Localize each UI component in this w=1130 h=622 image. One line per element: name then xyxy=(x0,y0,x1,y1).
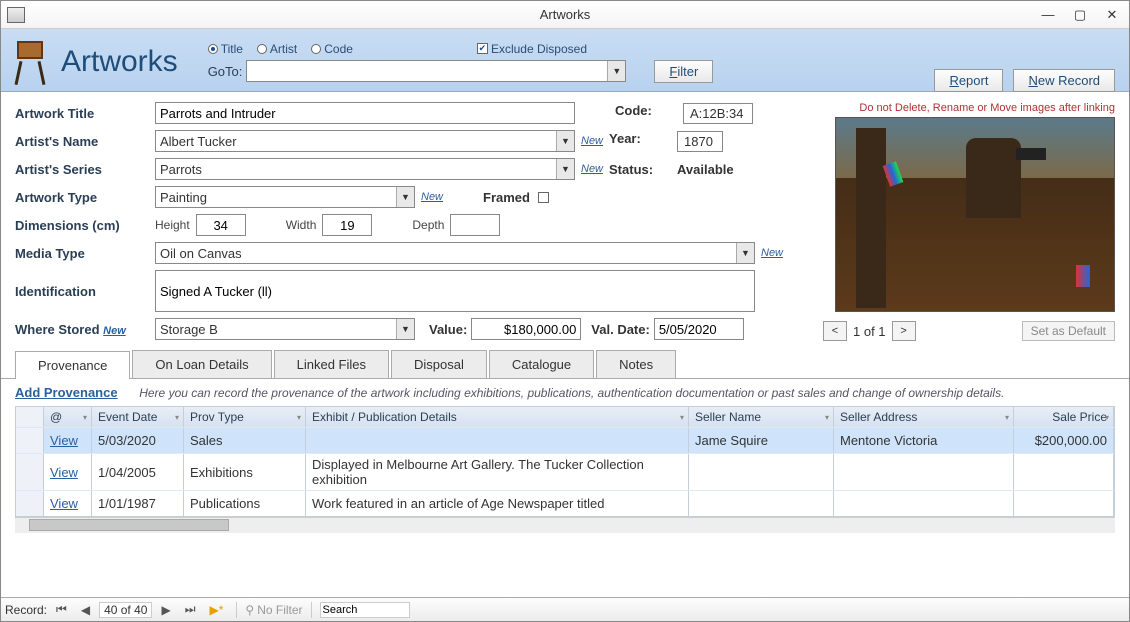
goto-select[interactable]: ▼ xyxy=(246,60,626,82)
nav-new-button[interactable]: ▶* xyxy=(205,602,229,618)
new-media-link[interactable]: New xyxy=(761,247,783,259)
provenance-hint: Here you can record the provenance of th… xyxy=(139,386,1004,400)
identification-input[interactable] xyxy=(155,270,755,312)
depth-label: Depth xyxy=(412,218,444,232)
code-value: A:12B:34 xyxy=(683,103,753,124)
image-pager-text: 1 of 1 xyxy=(853,324,886,339)
artwork-type-label: Artwork Type xyxy=(15,190,155,205)
width-input[interactable] xyxy=(322,214,372,236)
set-default-button[interactable]: Set as Default xyxy=(1022,321,1115,341)
artist-name-label: Artist's Name xyxy=(15,134,155,149)
new-type-link[interactable]: New xyxy=(421,191,443,203)
tab-notes[interactable]: Notes xyxy=(596,350,676,378)
height-input[interactable] xyxy=(196,214,246,236)
media-type-select[interactable]: Oil on Canvas▼ xyxy=(155,242,755,264)
new-storage-link[interactable]: New xyxy=(103,325,126,337)
height-label: Height xyxy=(155,218,190,232)
view-link[interactable]: View xyxy=(50,433,78,448)
provenance-grid: @▾ Event Date▾ Prov Type▾ Exhibit / Publ… xyxy=(15,406,1115,517)
maximize-button[interactable]: ▢ xyxy=(1065,4,1095,26)
horizontal-scrollbar[interactable] xyxy=(15,517,1115,533)
tab-on-loan[interactable]: On Loan Details xyxy=(132,350,271,378)
report-button[interactable]: Report xyxy=(934,69,1003,92)
close-button[interactable]: ✕ xyxy=(1097,4,1127,26)
depth-input[interactable] xyxy=(450,214,500,236)
val-date-label: Val. Date: xyxy=(591,322,650,337)
title-bar: Artworks — ▢ ✕ xyxy=(1,1,1129,29)
artwork-type-select[interactable]: Painting▼ xyxy=(155,186,415,208)
artist-series-label: Artist's Series xyxy=(15,162,155,177)
goto-artist-radio[interactable]: Artist xyxy=(257,42,297,56)
status-value: Available xyxy=(677,162,734,177)
search-input[interactable] xyxy=(320,602,410,618)
nav-prev-button[interactable]: ◀ xyxy=(76,602,95,618)
goto-title-radio[interactable]: Title xyxy=(208,42,243,56)
image-warning: Do not Delete, Rename or Move images aft… xyxy=(815,102,1115,114)
artworks-icon xyxy=(11,37,51,87)
table-row[interactable]: View 5/03/2020 Sales Jame Squire Mentone… xyxy=(16,427,1114,453)
record-label: Record: xyxy=(5,603,47,617)
filter-button[interactable]: Filter xyxy=(654,60,713,83)
record-position: 40 of 40 xyxy=(99,602,152,618)
year-label: Year: xyxy=(609,131,669,152)
nav-last-button[interactable]: ⏭ xyxy=(180,601,201,618)
exclude-disposed-checkbox[interactable]: ✔Exclude Disposed xyxy=(477,42,587,56)
new-series-link[interactable]: New xyxy=(581,163,603,175)
new-artist-link[interactable]: New xyxy=(581,135,603,147)
header-bar: Artworks Title Artist Code ✔Exclude Disp… xyxy=(1,29,1129,92)
minimize-button[interactable]: — xyxy=(1033,4,1063,26)
image-next-button[interactable]: > xyxy=(892,321,916,341)
status-bar: Record: ⏮ ◀ 40 of 40 ▶ ⏭ ▶* ⚲ No Filter xyxy=(1,597,1129,621)
goto-code-radio[interactable]: Code xyxy=(311,42,353,56)
window-title: Artworks xyxy=(540,7,591,22)
no-filter-indicator[interactable]: ⚲ No Filter xyxy=(245,603,302,617)
framed-label: Framed xyxy=(483,190,530,205)
artwork-title-label: Artwork Title xyxy=(15,106,155,121)
table-row[interactable]: View 1/01/1987 Publications Work feature… xyxy=(16,490,1114,516)
where-stored-label: Where Stored New xyxy=(15,322,155,337)
tab-bar: Provenance On Loan Details Linked Files … xyxy=(1,350,1129,379)
tab-disposal[interactable]: Disposal xyxy=(391,350,487,378)
add-provenance-link[interactable]: Add Provenance xyxy=(15,385,118,400)
val-date-input[interactable] xyxy=(654,318,744,340)
artwork-title-input[interactable] xyxy=(155,102,575,124)
media-type-label: Media Type xyxy=(15,246,155,261)
artwork-image[interactable] xyxy=(835,117,1115,312)
framed-checkbox[interactable] xyxy=(538,192,549,203)
status-label: Status: xyxy=(609,162,669,177)
identification-label: Identification xyxy=(15,284,155,299)
view-link[interactable]: View xyxy=(50,465,78,480)
form-icon xyxy=(7,7,25,23)
new-record-button[interactable]: New Record xyxy=(1013,69,1115,92)
tab-provenance[interactable]: Provenance xyxy=(15,351,130,379)
goto-label: GoTo: xyxy=(208,64,243,79)
image-prev-button[interactable]: < xyxy=(823,321,847,341)
tab-linked-files[interactable]: Linked Files xyxy=(274,350,389,378)
value-label: Value: xyxy=(429,322,467,337)
view-link[interactable]: View xyxy=(50,496,78,511)
code-label: Code: xyxy=(615,103,675,124)
year-value[interactable]: 1870 xyxy=(677,131,723,152)
table-row[interactable]: View 1/04/2005 Exhibitions Displayed in … xyxy=(16,453,1114,490)
dimensions-label: Dimensions (cm) xyxy=(15,218,155,233)
artist-name-select[interactable]: Albert Tucker▼ xyxy=(155,130,575,152)
nav-first-button[interactable]: ⏮ xyxy=(51,601,72,618)
value-input[interactable] xyxy=(471,318,581,340)
page-title: Artworks xyxy=(61,45,178,79)
tab-catalogue[interactable]: Catalogue xyxy=(489,350,594,378)
artist-series-select[interactable]: Parrots▼ xyxy=(155,158,575,180)
width-label: Width xyxy=(286,218,317,232)
where-stored-select[interactable]: Storage B▼ xyxy=(155,318,415,340)
nav-next-button[interactable]: ▶ xyxy=(156,602,175,618)
